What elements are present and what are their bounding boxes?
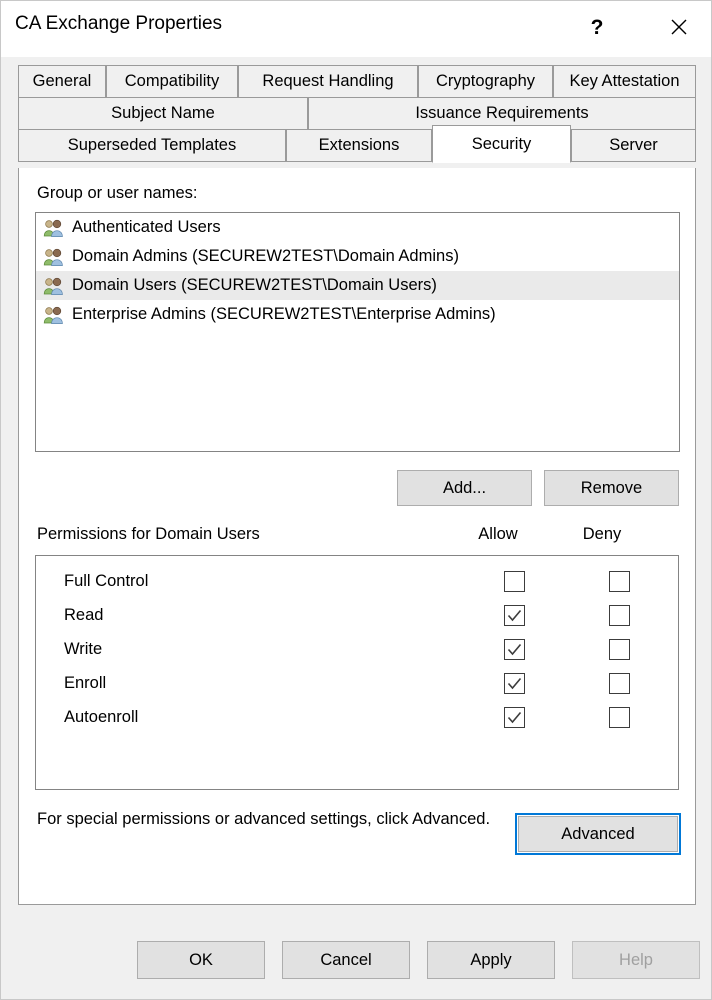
apply-button[interactable]: Apply xyxy=(427,941,555,979)
group-list-item-label: Domain Users (SECUREW2TEST\Domain Users) xyxy=(72,276,437,294)
group-or-user-names-label: Group or user names: xyxy=(37,184,198,202)
group-list-item-label: Domain Admins (SECUREW2TEST\Domain Admin… xyxy=(72,247,459,265)
permission-allow-checkbox[interactable] xyxy=(504,672,525,694)
permission-name: Full Control xyxy=(64,571,149,590)
group-user-listbox[interactable]: Authenticated Users Domain Admins (SECURE… xyxy=(35,212,680,452)
dialog-footer: OK Cancel Apply Help xyxy=(1,905,711,999)
advanced-hint-text: For special permissions or advanced sett… xyxy=(37,810,491,828)
group-users-icon xyxy=(43,276,65,296)
tab-cryptography[interactable]: Cryptography xyxy=(418,65,553,98)
tab-server[interactable]: Server xyxy=(571,129,696,162)
allow-column-header: Allow xyxy=(478,525,518,543)
permission-row: Read xyxy=(36,598,678,632)
tab-request-handling[interactable]: Request Handling xyxy=(238,65,418,98)
permission-deny-checkbox[interactable] xyxy=(609,672,630,694)
permission-row: Full Control xyxy=(36,564,678,598)
group-list-item[interactable]: Domain Users (SECUREW2TEST\Domain Users) xyxy=(36,271,679,300)
advanced-button[interactable]: Advanced xyxy=(515,813,681,855)
deny-column-header: Deny xyxy=(582,525,622,543)
tab-label: Subject Name xyxy=(111,104,215,122)
help-button: Help xyxy=(572,941,700,979)
permission-deny-checkbox[interactable] xyxy=(609,706,630,728)
permission-name: Read xyxy=(64,605,104,624)
ok-button[interactable]: OK xyxy=(137,941,265,979)
tab-superseded-templates[interactable]: Superseded Templates xyxy=(18,129,286,162)
permission-name: Write xyxy=(64,639,103,658)
tab-label: Superseded Templates xyxy=(67,136,237,154)
title-bar: CA Exchange Properties ? xyxy=(1,1,711,57)
permission-allow-checkbox[interactable] xyxy=(504,604,525,626)
group-users-icon xyxy=(43,305,65,325)
tab-label: General xyxy=(32,72,92,90)
properties-dialog: CA Exchange Properties ? General Compatib… xyxy=(0,0,712,1000)
group-list-item[interactable]: Enterprise Admins (SECUREW2TEST\Enterpri… xyxy=(36,300,679,329)
group-list-item[interactable]: Domain Admins (SECUREW2TEST\Domain Admin… xyxy=(36,242,679,271)
permission-name: Enroll xyxy=(64,673,107,692)
group-users-icon xyxy=(43,247,65,267)
tab-label: Server xyxy=(609,136,658,154)
permission-allow-checkbox[interactable] xyxy=(504,638,525,660)
permission-row: Enroll xyxy=(36,666,678,700)
tab-compatibility[interactable]: Compatibility xyxy=(106,65,238,98)
permissions-list: Full Control Read Write Enroll Autoenroll xyxy=(35,555,679,790)
remove-button[interactable]: Remove xyxy=(544,470,679,506)
permissions-for-label: Permissions for Domain Users xyxy=(37,525,260,543)
tab-key-attestation[interactable]: Key Attestation xyxy=(553,65,696,98)
tab-label: Security xyxy=(471,134,532,153)
tab-subject-name[interactable]: Subject Name xyxy=(18,97,308,130)
permission-row: Autoenroll xyxy=(36,700,678,734)
permission-deny-checkbox[interactable] xyxy=(609,638,630,660)
tab-strip: General Compatibility Request Handling Cryp… xyxy=(1,57,711,169)
permission-allow-checkbox[interactable] xyxy=(504,570,525,592)
tab-label: Extensions xyxy=(318,136,400,154)
permission-deny-checkbox[interactable] xyxy=(609,570,630,592)
group-list-item-label: Enterprise Admins (SECUREW2TEST\Enterpri… xyxy=(72,305,496,323)
tab-general[interactable]: General xyxy=(18,65,106,98)
help-question-icon[interactable]: ? xyxy=(574,7,620,47)
tab-security[interactable]: Security xyxy=(432,125,571,163)
tab-label: Request Handling xyxy=(262,72,394,90)
tab-label: Issuance Requirements xyxy=(415,104,589,122)
add-button[interactable]: Add... xyxy=(397,470,532,506)
permission-row: Write xyxy=(36,632,678,666)
close-icon[interactable] xyxy=(656,7,702,47)
group-users-icon xyxy=(43,218,65,238)
permission-name: Autoenroll xyxy=(64,707,139,726)
permission-deny-checkbox[interactable] xyxy=(609,604,630,626)
tab-extensions[interactable]: Extensions xyxy=(286,129,432,162)
tab-label: Cryptography xyxy=(435,72,536,90)
group-list-item-label: Authenticated Users xyxy=(72,218,221,236)
tab-label: Compatibility xyxy=(124,72,220,90)
group-list-item[interactable]: Authenticated Users xyxy=(36,213,679,242)
window-title: CA Exchange Properties xyxy=(15,13,223,34)
cancel-button[interactable]: Cancel xyxy=(282,941,410,979)
security-tab-page: Group or user names: Authenticated Users… xyxy=(18,168,696,905)
permission-allow-checkbox[interactable] xyxy=(504,706,525,728)
tab-label: Key Attestation xyxy=(569,72,680,90)
